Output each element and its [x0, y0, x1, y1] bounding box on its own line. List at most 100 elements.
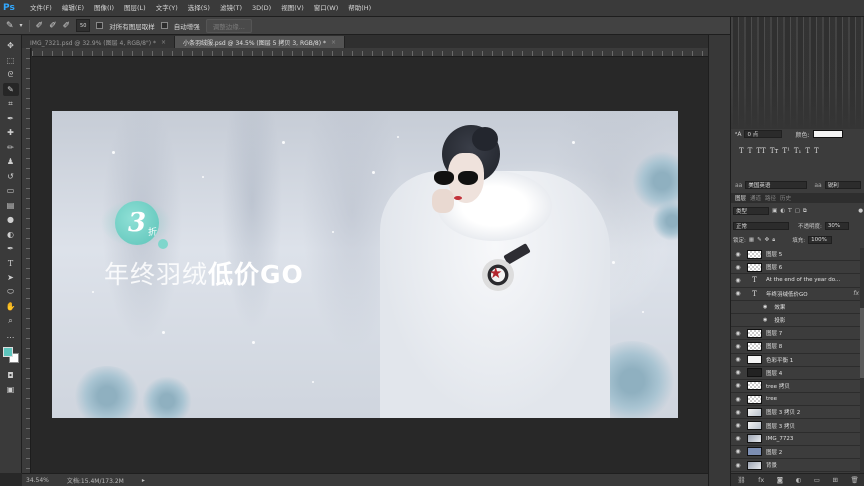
- eye-icon[interactable]: ◉: [733, 251, 743, 258]
- lock-paint-icon[interactable]: ✎: [757, 237, 762, 243]
- layer-row[interactable]: ◉ tree: [731, 393, 864, 407]
- new-layer-icon[interactable]: ⊞: [832, 476, 837, 484]
- filter-pixel-icon[interactable]: ▣: [772, 208, 777, 214]
- opacity-field[interactable]: 30%: [824, 222, 849, 230]
- filter-type-icon[interactable]: T: [788, 208, 792, 214]
- blend-mode-dropdown[interactable]: 正常: [733, 222, 789, 230]
- crop-tool-icon[interactable]: ⌗: [3, 97, 19, 111]
- fill-field[interactable]: 100%: [808, 236, 833, 244]
- layer-row[interactable]: ◉ 投影: [731, 314, 864, 328]
- eye-icon[interactable]: ◉: [733, 448, 743, 455]
- eyedropper-tool-icon[interactable]: ✒: [3, 112, 19, 126]
- layer-row[interactable]: ◉ tree 拷贝: [731, 380, 864, 394]
- kind-filter-dropdown[interactable]: 类型: [733, 207, 769, 215]
- layer-row[interactable]: ◉ T At the end of the year do...: [731, 274, 864, 288]
- filter-smart-icon[interactable]: ⧉: [803, 208, 807, 215]
- menu-item[interactable]: 窗口(W): [309, 0, 344, 17]
- tracking-field[interactable]: 0 点: [744, 130, 783, 138]
- text-style-button[interactable]: T¹: [782, 147, 789, 155]
- filter-shape-icon[interactable]: ▢: [795, 208, 800, 214]
- clone-stamp-tool-icon[interactable]: ♟: [3, 155, 19, 169]
- menu-item[interactable]: 帮助(H): [343, 0, 376, 17]
- pen-tool-icon[interactable]: ✒: [3, 242, 19, 256]
- layer-row[interactable]: ◉ IMG_7723: [731, 433, 864, 446]
- foreground-color-swatch[interactable]: [2, 346, 13, 357]
- refine-edge-button[interactable]: 调整边缘...: [205, 18, 252, 33]
- auto-enhance-checkbox[interactable]: [160, 22, 168, 29]
- lock-position-icon[interactable]: ✥: [765, 237, 770, 243]
- layer-row[interactable]: ◉ 图层 6: [731, 261, 864, 275]
- text-style-button[interactable]: T: [739, 147, 744, 155]
- eye-icon[interactable]: ◉: [733, 422, 743, 429]
- lock-all-icon[interactable]: 🔒︎: [772, 237, 775, 244]
- layer-row[interactable]: ◉ 图层 7: [731, 327, 864, 341]
- quick-selection-tool-icon[interactable]: ✎: [2, 82, 19, 96]
- adjustment-layer-icon[interactable]: ◐: [796, 476, 802, 484]
- gradient-tool-icon[interactable]: ▤: [3, 199, 19, 213]
- menu-item[interactable]: 3D(D): [247, 0, 276, 17]
- eye-icon[interactable]: ◉: [733, 462, 743, 469]
- add-mask-icon[interactable]: ◙: [777, 476, 783, 484]
- layer-row[interactable]: ◉ 图层 4: [731, 367, 864, 380]
- layer-row[interactable]: ◉ 图层 2: [731, 446, 864, 459]
- layer-row[interactable]: ◉ 效果: [731, 301, 864, 314]
- antialias-dropdown[interactable]: 锐利: [824, 181, 861, 189]
- dodge-tool-icon[interactable]: ◐: [3, 228, 19, 242]
- blur-tool-icon[interactable]: ●: [3, 213, 19, 227]
- eye-icon[interactable]: ◉: [733, 369, 743, 376]
- text-style-button[interactable]: T: [748, 147, 753, 155]
- eraser-tool-icon[interactable]: ▭: [3, 184, 19, 198]
- effect-eye-icon[interactable]: ◉: [763, 304, 767, 310]
- quick-selection-tool-icon[interactable]: ✎: [6, 21, 14, 31]
- layers-panel-tab[interactable]: 历史: [780, 194, 791, 202]
- move-tool-icon[interactable]: ✥: [3, 39, 19, 53]
- tab-down-jacket[interactable]: 小条羽绒服.psd @ 34.5% (图层 5 拷贝 3, RGB/8) * ×: [175, 36, 345, 48]
- vertical-ruler[interactable]: [22, 48, 31, 473]
- text-style-button[interactable]: T: [805, 147, 810, 155]
- delete-layer-icon[interactable]: 🗑︎: [850, 476, 858, 484]
- layer-row[interactable]: ◉ 色彩平衡 1: [731, 354, 864, 367]
- layer-row[interactable]: ◉ 图层 8: [731, 340, 864, 354]
- canvas-area[interactable]: 3 折 年终羽绒低价GO ★: [22, 48, 708, 473]
- shape-tool-icon[interactable]: ⬭: [3, 286, 19, 300]
- menu-item[interactable]: 文字(Y): [151, 0, 183, 17]
- brush-size-picker[interactable]: 50: [76, 19, 91, 32]
- language-dropdown[interactable]: 美国英语: [745, 181, 808, 189]
- eye-icon[interactable]: ◉: [733, 343, 743, 350]
- text-color-swatch[interactable]: [812, 130, 843, 138]
- document-canvas[interactable]: 3 折 年终羽绒低价GO ★: [52, 111, 678, 418]
- color-swatches[interactable]: [2, 346, 20, 364]
- layer-row[interactable]: ◉ 图层 3 拷贝: [731, 419, 864, 433]
- new-selection-icon[interactable]: ✐: [36, 21, 44, 31]
- eye-icon[interactable]: ◉: [733, 277, 743, 284]
- history-brush-tool-icon[interactable]: ↺: [3, 170, 19, 184]
- hand-tool-icon[interactable]: ✋: [3, 300, 19, 314]
- fx-icon[interactable]: fx: [853, 290, 859, 297]
- healing-brush-tool-icon[interactable]: ✚: [3, 126, 19, 140]
- menu-item[interactable]: 文件(F): [25, 0, 57, 17]
- status-arrow-icon[interactable]: ▸: [142, 477, 145, 484]
- text-style-button[interactable]: T: [814, 147, 819, 155]
- menu-item[interactable]: 选择(S): [183, 0, 215, 17]
- path-selection-tool-icon[interactable]: ➤: [3, 271, 19, 285]
- new-group-icon[interactable]: ▭: [814, 476, 820, 484]
- add-to-selection-icon[interactable]: ✐: [49, 21, 57, 31]
- layer-row[interactable]: ◉ 图层 3 拷贝 2: [731, 406, 864, 420]
- layer-row[interactable]: ◉ T 年终羽绒低价GO fx: [731, 288, 864, 301]
- lasso-tool-icon[interactable]: ᘓ: [3, 68, 19, 82]
- document-info[interactable]: 文档:15.4M/173.2M: [67, 476, 124, 485]
- layer-row[interactable]: ◉ 图层 5: [731, 248, 864, 262]
- tool-dropdown-icon[interactable]: ▾: [20, 22, 23, 29]
- menu-item[interactable]: 编辑(E): [57, 0, 89, 17]
- add-style-icon[interactable]: fx: [758, 476, 764, 484]
- close-icon[interactable]: ×: [161, 39, 166, 46]
- eye-icon[interactable]: ◉: [733, 435, 743, 442]
- text-style-button[interactable]: T₁: [794, 147, 801, 155]
- eye-icon[interactable]: ◉: [733, 264, 743, 271]
- layers-panel-tab[interactable]: 图层: [735, 194, 746, 202]
- sample-all-layers-checkbox[interactable]: [96, 22, 104, 29]
- text-style-button[interactable]: TT: [756, 147, 765, 155]
- effect-eye-icon[interactable]: ◉: [763, 317, 767, 323]
- link-layers-icon[interactable]: ⛓: [737, 476, 745, 484]
- layers-scrollbar[interactable]: [860, 248, 864, 473]
